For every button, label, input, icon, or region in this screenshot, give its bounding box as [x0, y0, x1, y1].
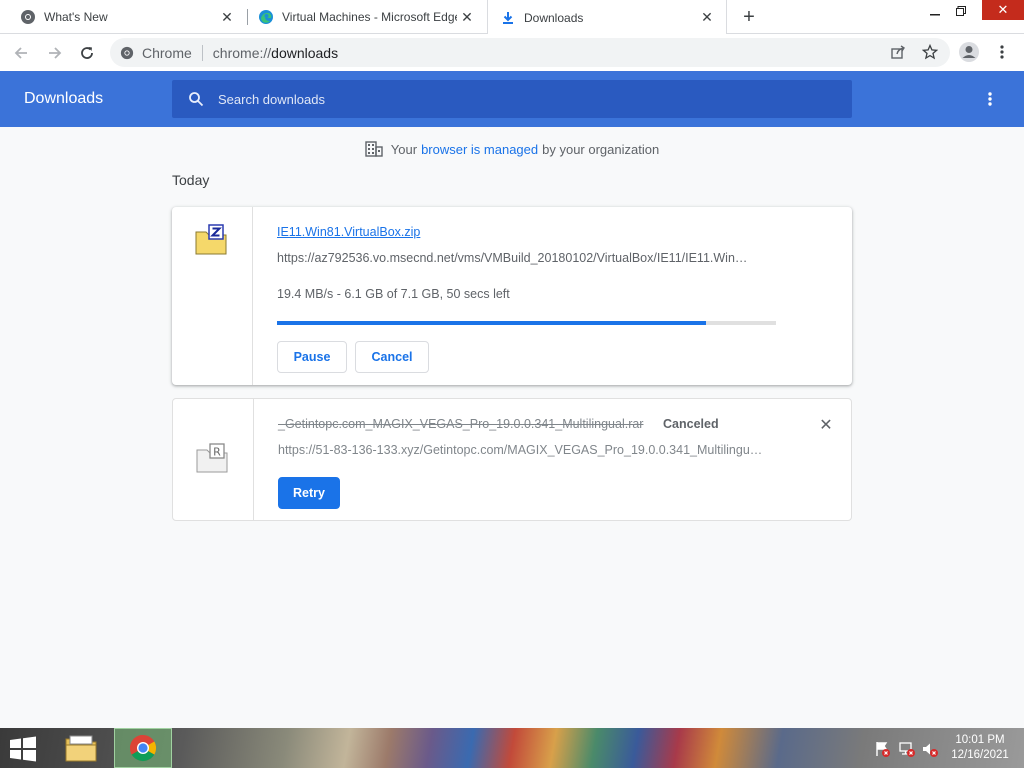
search-input[interactable]: [218, 91, 818, 107]
building-icon: [365, 141, 383, 157]
close-icon[interactable]: ✕: [698, 8, 716, 26]
retry-button[interactable]: Retry: [278, 477, 340, 509]
back-icon[interactable]: [8, 40, 34, 66]
tab-title: Downloads: [524, 10, 584, 25]
close-icon[interactable]: ✕: [458, 8, 476, 26]
chrome-icon: [120, 46, 134, 60]
file-name-link[interactable]: IE11.Win81.VirtualBox.zip: [277, 225, 420, 239]
tab-downloads[interactable]: Downloads ✕: [487, 0, 727, 35]
remove-from-list-icon[interactable]: ✕: [816, 415, 836, 435]
more-options-icon[interactable]: [978, 87, 1002, 111]
volume-muted-icon[interactable]: [921, 740, 939, 758]
source-url[interactable]: https://51-83-136-133.xyz/Getintopc.com/…: [278, 443, 778, 457]
url-scheme: chrome://: [212, 44, 272, 61]
downloads-header: Downloads: [0, 71, 1024, 127]
tab-title: What's New: [44, 10, 108, 24]
windows-taskbar: 10:01 PM 12/16/2021: [0, 728, 1024, 768]
close-window-icon[interactable]: ✕: [982, 0, 1024, 20]
windows-start-icon[interactable]: [8, 736, 38, 762]
tab-strip: What's New ✕ Virtual Machines - Microsof…: [0, 0, 1024, 35]
cancel-button[interactable]: Cancel: [355, 341, 429, 373]
chrome-icon: [20, 9, 36, 25]
download-icon: [500, 10, 516, 26]
profile-avatar-icon[interactable]: [957, 40, 981, 64]
managed-text-before: Your: [390, 141, 418, 157]
source-url[interactable]: https://az792536.vo.msecnd.net/vms/VMBui…: [277, 251, 777, 265]
managed-policy-link[interactable]: browser is managed: [421, 142, 538, 157]
progress-bar-fill: [277, 321, 707, 325]
tab-virtual-machines[interactable]: Virtual Machines - Microsoft Edge ✕: [248, 0, 486, 34]
tab-title: Virtual Machines - Microsoft Edge: [282, 10, 457, 24]
url-text: chrome://downloads: [213, 45, 338, 61]
search-icon: [188, 91, 204, 107]
new-tab-button[interactable]: +: [738, 6, 760, 28]
forward-icon[interactable]: [42, 40, 68, 66]
clock-date: 12/16/2021: [951, 749, 1009, 761]
file-icon-column: R: [173, 399, 254, 520]
reload-icon[interactable]: [74, 40, 100, 66]
download-item: IE11.Win81.VirtualBox.zip https://az7925…: [172, 207, 852, 385]
file-icon-column: [172, 207, 253, 385]
browser-menu-icon[interactable]: [990, 40, 1014, 64]
edge-icon: [258, 9, 274, 25]
pause-button[interactable]: Pause: [277, 341, 347, 373]
address-bar[interactable]: Chrome chrome://downloads: [110, 38, 950, 67]
download-item: R _Getintopc.com_MAGIX_VEGAS_Pro_19.0.0.…: [172, 398, 852, 521]
tab-whats-new[interactable]: What's New ✕: [0, 0, 246, 34]
status-label: Canceled: [663, 417, 719, 431]
zip-file-icon: [195, 223, 229, 257]
taskbar-clock[interactable]: 10:01 PM 12/16/2021: [940, 733, 1020, 763]
action-center-flag-icon[interactable]: [874, 740, 892, 758]
svg-text:R: R: [213, 446, 221, 459]
download-progress-bar: [277, 321, 776, 325]
chrome-icon[interactable]: [114, 728, 172, 768]
managed-text-after: by your organization: [542, 141, 660, 157]
share-icon[interactable]: [886, 40, 910, 64]
omnibox-divider: [201, 44, 203, 61]
file-explorer-icon[interactable]: [52, 728, 110, 768]
bookmark-star-icon[interactable]: [918, 40, 942, 64]
file-name-text: _Getintopc.com_MAGIX_VEGAS_Pro_19.0.0.34…: [278, 417, 644, 431]
progress-status-text: 19.4 MB/s - 6.1 GB of 7.1 GB, 50 secs le…: [277, 287, 510, 301]
browser-toolbar: Chrome chrome://downloads: [0, 34, 1024, 71]
network-icon[interactable]: [898, 740, 916, 758]
close-icon[interactable]: ✕: [218, 8, 236, 26]
search-box[interactable]: [172, 80, 852, 118]
clock-time: 10:01 PM: [955, 734, 1005, 746]
site-chip-label: Chrome: [142, 44, 192, 61]
managed-notice: Your browser is managed by your organiza…: [0, 140, 1024, 158]
rar-file-icon: R: [196, 441, 230, 475]
url-host: downloads: [271, 44, 339, 61]
page-title: Downloads: [24, 90, 104, 107]
restore-icon[interactable]: [944, 0, 978, 22]
date-section-title: Today: [172, 172, 210, 188]
